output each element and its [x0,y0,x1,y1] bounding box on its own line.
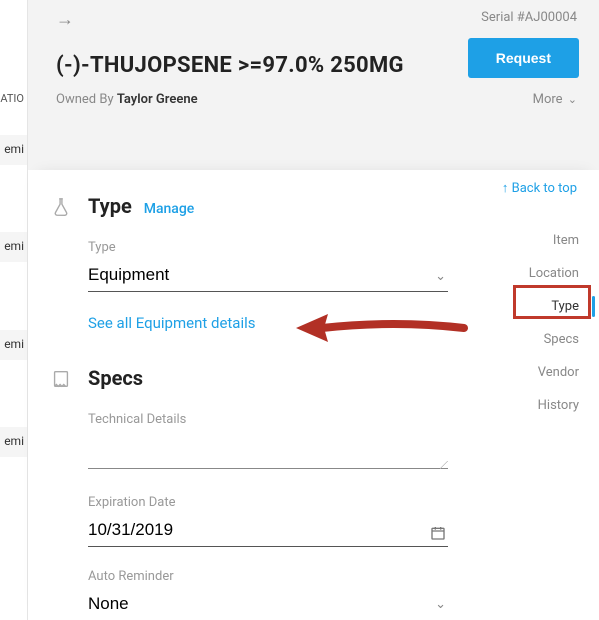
calendar-icon[interactable] [430,525,446,541]
type-section-title: Type [88,194,132,218]
owned-by-prefix: Owned By [56,92,114,107]
receipt-icon [50,368,72,390]
expiration-date-label: Expiration Date [88,495,599,510]
type-field-label: Type [88,240,599,255]
forward-arrow-icon[interactable]: → [56,13,74,27]
left-row-fragment: emi [4,337,24,351]
left-partial-column: ATIO emi emi emi emi [0,0,28,620]
manage-link[interactable]: Manage [144,201,195,217]
left-row-fragment: emi [4,434,24,448]
serial-number: Serial #AJ00004 [481,10,577,25]
see-all-equipment-link[interactable]: See all Equipment details [88,314,256,332]
item-header: → Serial #AJ00004 (-)-THUJOPSENE >=97.0%… [28,0,599,170]
specs-section-title: Specs [88,366,143,390]
left-row-fragment: emi [4,142,24,156]
tech-details-label: Technical Details [88,412,599,427]
auto-reminder-label: Auto Reminder [88,569,599,584]
auto-reminder-select[interactable] [88,590,448,620]
more-menu[interactable]: More ⌄ [533,92,577,107]
tech-details-textarea[interactable] [88,445,448,469]
owner-name: Taylor Greene [117,92,198,107]
chevron-down-icon: ⌄ [568,93,577,106]
left-row-fragment: emi [4,239,24,253]
type-section: Type Manage Type ⌄ See all Equipment det… [28,170,599,332]
left-header-fragment: ATIO [0,92,24,105]
owned-by-line: Owned By Taylor Greene [56,92,579,107]
more-label: More [533,92,563,107]
content-panel: ↑ Back to top Item Location Type Specs V… [28,170,599,620]
specs-section: Specs Technical Details Expiration Date … [28,332,599,620]
request-button[interactable]: Request [468,38,579,78]
flask-icon [50,196,72,218]
type-select[interactable] [88,261,448,292]
expiration-date-input[interactable] [88,516,448,547]
